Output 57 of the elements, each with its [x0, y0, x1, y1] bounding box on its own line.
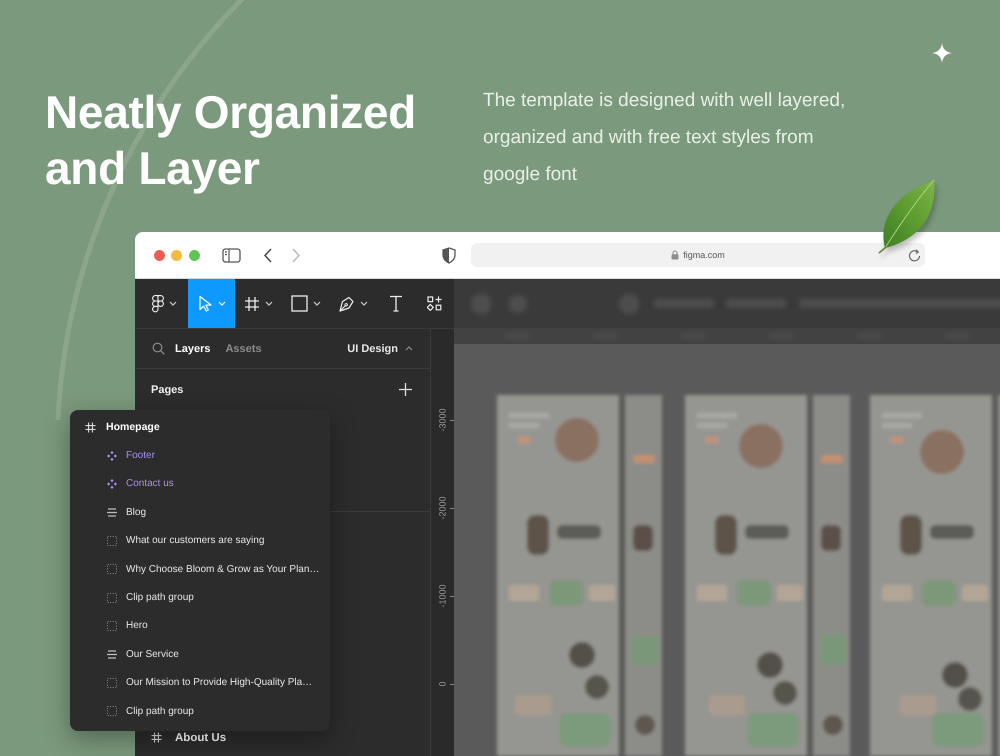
hash-icon — [244, 296, 260, 312]
logo-icon — [152, 294, 164, 312]
cursor-icon — [198, 295, 212, 312]
dotted-square-icon — [107, 564, 117, 574]
search-icon[interactable] — [152, 342, 165, 355]
page-menu-button[interactable]: UI Design — [347, 342, 413, 354]
layer-row[interactable]: Footer — [70, 441, 330, 470]
address-bar[interactable]: figma.com — [471, 243, 925, 267]
chevron-right-icon — [292, 248, 300, 262]
pen-icon — [338, 295, 354, 312]
lock-icon — [671, 250, 680, 260]
diamonds-icon — [107, 478, 117, 489]
layer-row[interactable]: Why Choose Bloom & Grow as Your Plan… — [70, 554, 330, 584]
headline: Neatly Organized and Layer — [45, 85, 417, 196]
panel-tab[interactable]: Assets — [225, 342, 262, 354]
dotted-square-icon — [107, 706, 117, 716]
description: The template is designed with well layered, organized and with free text styles from google font — [483, 89, 846, 187]
shapes-icon — [426, 296, 442, 311]
reload-icon[interactable] — [908, 248, 921, 262]
sidebar-toggle-button[interactable] — [222, 248, 241, 262]
sidebar-icon — [222, 248, 241, 262]
url-text: figma.com — [683, 250, 725, 260]
layer-row[interactable]: What our customers are saying — [70, 526, 330, 555]
plus-icon — [399, 383, 412, 396]
layer-row[interactable]: Our Service — [70, 640, 330, 669]
ruler-label: 0 — [438, 682, 448, 686]
lines-icon — [107, 650, 117, 659]
add-page-button[interactable] — [399, 383, 412, 396]
layer-row[interactable]: Contact us — [70, 470, 330, 498]
shield-icon[interactable] — [442, 246, 456, 264]
leaf-icon — [877, 178, 937, 254]
layer-row[interactable]: Hero — [70, 612, 330, 640]
close-button[interactable] — [154, 250, 164, 260]
panel-tab[interactable]: Layers — [175, 342, 210, 354]
text-tool-icon — [389, 295, 403, 312]
layer-row[interactable]: Homepage — [70, 413, 330, 442]
diamonds-icon — [107, 450, 117, 461]
layer-row[interactable]: Our Mission to Provide High-Quality Pla… — [70, 668, 330, 697]
lines-icon — [107, 508, 117, 517]
ruler-label: -3000 — [438, 408, 448, 432]
sparkle-icon — [932, 43, 952, 63]
hash-icon — [151, 732, 162, 743]
dotted-square-icon — [107, 620, 117, 631]
dotted-square-icon — [107, 536, 117, 546]
hash-icon — [85, 422, 96, 433]
ruler-label: -1000 — [438, 584, 448, 608]
back-button[interactable] — [264, 248, 272, 262]
pages-heading: Pages — [151, 384, 184, 396]
square-icon — [290, 295, 308, 312]
dotted-square-icon — [107, 678, 117, 688]
layer-row[interactable]: Clip path group — [70, 583, 330, 612]
layer-row[interactable]: Clip path group — [70, 696, 330, 726]
ruler-label: -2000 — [438, 496, 448, 520]
layer-row[interactable]: About Us — [135, 732, 430, 756]
chevron-left-icon — [264, 248, 272, 262]
layer-row[interactable]: Blog — [70, 498, 330, 527]
dotted-square-icon — [107, 592, 117, 603]
